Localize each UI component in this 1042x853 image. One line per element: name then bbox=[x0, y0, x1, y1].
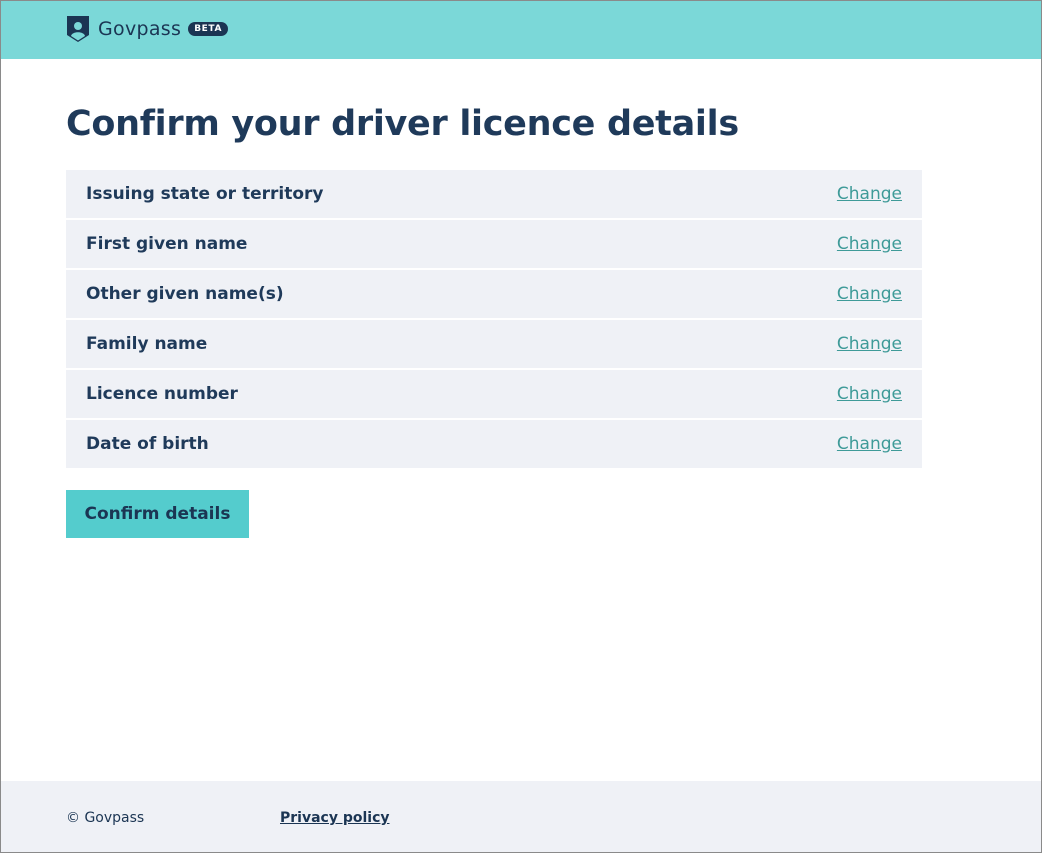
summary-row-family-name: Family name Change bbox=[66, 320, 922, 368]
summary-row-label: Issuing state or territory bbox=[86, 184, 324, 204]
summary-row-label: First given name bbox=[86, 234, 248, 254]
summary-row-label: Date of birth bbox=[86, 434, 209, 454]
summary-row-label: Licence number bbox=[86, 384, 238, 404]
shield-person-icon bbox=[67, 16, 89, 42]
site-header: Govpass BETA bbox=[1, 1, 1041, 59]
change-first-given-name-link[interactable]: Change bbox=[837, 234, 902, 254]
change-date-of-birth-link[interactable]: Change bbox=[837, 434, 902, 454]
summary-row-first-given-name: First given name Change bbox=[66, 220, 922, 268]
privacy-policy-link[interactable]: Privacy policy bbox=[280, 810, 390, 826]
change-family-name-link[interactable]: Change bbox=[837, 334, 902, 354]
summary-row-licence-number: Licence number Change bbox=[66, 370, 922, 418]
brand-logo-link[interactable]: Govpass BETA bbox=[66, 15, 229, 43]
summary-row-other-given-names: Other given name(s) Change bbox=[66, 270, 922, 318]
change-other-given-names-link[interactable]: Change bbox=[837, 284, 902, 304]
brand-name: Govpass bbox=[98, 18, 182, 40]
site-footer: © Govpass Privacy policy bbox=[1, 781, 1041, 852]
footer-copyright: © Govpass bbox=[66, 810, 145, 826]
summary-row-label: Family name bbox=[86, 334, 208, 354]
summary-list: Issuing state or territory Change First … bbox=[66, 170, 922, 470]
summary-row-issuing-state: Issuing state or territory Change bbox=[66, 170, 922, 218]
change-issuing-state-link[interactable]: Change bbox=[837, 184, 902, 204]
summary-row-date-of-birth: Date of birth Change bbox=[66, 420, 922, 468]
summary-row-label: Other given name(s) bbox=[86, 284, 284, 304]
confirm-details-button[interactable]: Confirm details bbox=[66, 490, 249, 538]
change-licence-number-link[interactable]: Change bbox=[837, 384, 902, 404]
page-title: Confirm your driver licence details bbox=[66, 104, 739, 144]
beta-badge: BETA bbox=[188, 22, 229, 36]
